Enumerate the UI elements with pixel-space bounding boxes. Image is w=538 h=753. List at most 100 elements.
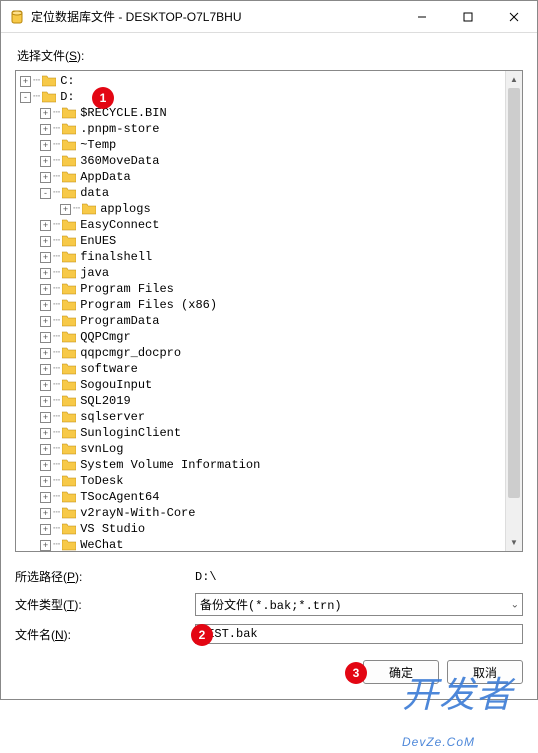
scroll-thumb[interactable] (508, 88, 520, 498)
tree-node-label: ~Temp (80, 137, 116, 153)
file-tree[interactable]: 1 +┄C:-┄D:+┄$RECYCLE.BIN+┄.pnpm-store+┄~… (15, 70, 523, 552)
tree-node[interactable]: +┄TSocAgent64 (16, 489, 522, 505)
expand-icon[interactable]: + (40, 300, 51, 311)
window-title: 定位数据库文件 - DESKTOP-O7L7BHU (31, 8, 399, 25)
expand-icon[interactable]: + (40, 268, 51, 279)
tree-node-label: $RECYCLE.BIN (80, 105, 166, 121)
file-type-select[interactable]: 备份文件(*.bak;*.trn) (195, 593, 523, 616)
tree-node[interactable]: +┄Program Files (x86) (16, 297, 522, 313)
tree-node[interactable]: +┄v2rayN-With-Core (16, 505, 522, 521)
expand-icon[interactable]: + (40, 284, 51, 295)
expand-icon[interactable]: + (40, 172, 51, 183)
expand-icon[interactable]: + (40, 524, 51, 535)
tree-node-label: sqlserver (80, 409, 145, 425)
tree-node-label: svnLog (80, 441, 123, 457)
expand-icon[interactable]: + (40, 444, 51, 455)
tree-node[interactable]: +┄360MoveData (16, 153, 522, 169)
minimize-button[interactable] (399, 2, 445, 32)
tree-node[interactable]: +┄AppData (16, 169, 522, 185)
tree-node-label: SunloginClient (80, 425, 181, 441)
cancel-button[interactable]: 取消 (447, 660, 523, 684)
expand-icon[interactable]: + (40, 156, 51, 167)
selected-path-value: D:\ (195, 570, 523, 584)
tree-node-label: applogs (100, 201, 150, 217)
tree-node[interactable]: +┄WeChat (16, 537, 522, 552)
expand-icon[interactable]: + (40, 124, 51, 135)
tree-node[interactable]: +┄VS Studio (16, 521, 522, 537)
selected-path-label: 所选路径(P): (15, 568, 195, 585)
expand-icon[interactable]: + (40, 220, 51, 231)
expand-icon[interactable]: + (20, 76, 31, 87)
expand-icon[interactable]: + (40, 364, 51, 375)
tree-node-label: System Volume Information (80, 457, 260, 473)
file-name-label: 文件名(N): (15, 626, 195, 643)
tree-node-label: TSocAgent64 (80, 489, 159, 505)
tree-node[interactable]: +┄QQPCmgr (16, 329, 522, 345)
expand-icon[interactable]: + (40, 508, 51, 519)
tree-node-label: VS Studio (80, 521, 145, 537)
tree-node[interactable]: +┄SQL2019 (16, 393, 522, 409)
tree-node-label: D: (60, 89, 74, 105)
expand-icon[interactable]: + (40, 412, 51, 423)
tree-node-label: QQPCmgr (80, 329, 130, 345)
tree-node[interactable]: +┄.pnpm-store (16, 121, 522, 137)
tree-node[interactable]: +┄C: (16, 73, 522, 89)
close-button[interactable] (491, 2, 537, 32)
expand-icon[interactable]: + (40, 476, 51, 487)
tree-node[interactable]: +┄EasyConnect (16, 217, 522, 233)
tree-node-label: SQL2019 (80, 393, 130, 409)
scroll-up-button[interactable]: ▲ (506, 71, 522, 88)
expand-icon[interactable]: + (40, 108, 51, 119)
tree-node[interactable]: +┄Program Files (16, 281, 522, 297)
scroll-down-button[interactable]: ▼ (506, 534, 522, 551)
expand-icon[interactable]: + (60, 204, 71, 215)
tree-node-label: qqpcmgr_docpro (80, 345, 181, 361)
tree-node[interactable]: +┄SunloginClient (16, 425, 522, 441)
tree-node[interactable]: +┄software (16, 361, 522, 377)
tree-node[interactable]: +┄java (16, 265, 522, 281)
tree-node[interactable]: +┄~Temp (16, 137, 522, 153)
tree-node-label: 360MoveData (80, 153, 159, 169)
collapse-icon[interactable]: - (40, 188, 51, 199)
tree-node[interactable]: +┄sqlserver (16, 409, 522, 425)
expand-icon[interactable]: + (40, 348, 51, 359)
file-name-input[interactable] (195, 624, 523, 644)
maximize-button[interactable] (445, 2, 491, 32)
tree-node-label: SogouInput (80, 377, 152, 393)
tree-node[interactable]: +┄System Volume Information (16, 457, 522, 473)
expand-icon[interactable]: + (40, 428, 51, 439)
select-file-label: 选择文件(S): (17, 47, 523, 64)
tree-node-label: C: (60, 73, 74, 89)
tree-node[interactable]: +┄$RECYCLE.BIN (16, 105, 522, 121)
annotation-badge-3: 3 (345, 662, 367, 684)
tree-node[interactable]: +┄qqpcmgr_docpro (16, 345, 522, 361)
expand-icon[interactable]: + (40, 540, 51, 551)
collapse-icon[interactable]: - (20, 92, 31, 103)
expand-icon[interactable]: + (40, 396, 51, 407)
expand-icon[interactable]: + (40, 252, 51, 263)
tree-node-label: v2rayN-With-Core (80, 505, 195, 521)
tree-node-label: data (80, 185, 109, 201)
tree-node[interactable]: +┄svnLog (16, 441, 522, 457)
ok-button[interactable]: 确定 (363, 660, 439, 684)
tree-node-label: java (80, 265, 109, 281)
tree-node-label: EnUES (80, 233, 116, 249)
expand-icon[interactable]: + (40, 236, 51, 247)
expand-icon[interactable]: + (40, 460, 51, 471)
expand-icon[interactable]: + (40, 140, 51, 151)
expand-icon[interactable]: + (40, 380, 51, 391)
annotation-badge-1: 1 (92, 87, 114, 109)
tree-node[interactable]: +┄applogs (16, 201, 522, 217)
expand-icon[interactable]: + (40, 332, 51, 343)
expand-icon[interactable]: + (40, 492, 51, 503)
vertical-scrollbar[interactable]: ▲ ▼ (505, 71, 522, 551)
expand-icon[interactable]: + (40, 316, 51, 327)
tree-node[interactable]: +┄finalshell (16, 249, 522, 265)
tree-node-label: .pnpm-store (80, 121, 159, 137)
tree-node[interactable]: +┄ProgramData (16, 313, 522, 329)
tree-node[interactable]: +┄EnUES (16, 233, 522, 249)
tree-node-label: AppData (80, 169, 130, 185)
tree-node[interactable]: +┄ToDesk (16, 473, 522, 489)
tree-node[interactable]: -┄data (16, 185, 522, 201)
tree-node[interactable]: +┄SogouInput (16, 377, 522, 393)
